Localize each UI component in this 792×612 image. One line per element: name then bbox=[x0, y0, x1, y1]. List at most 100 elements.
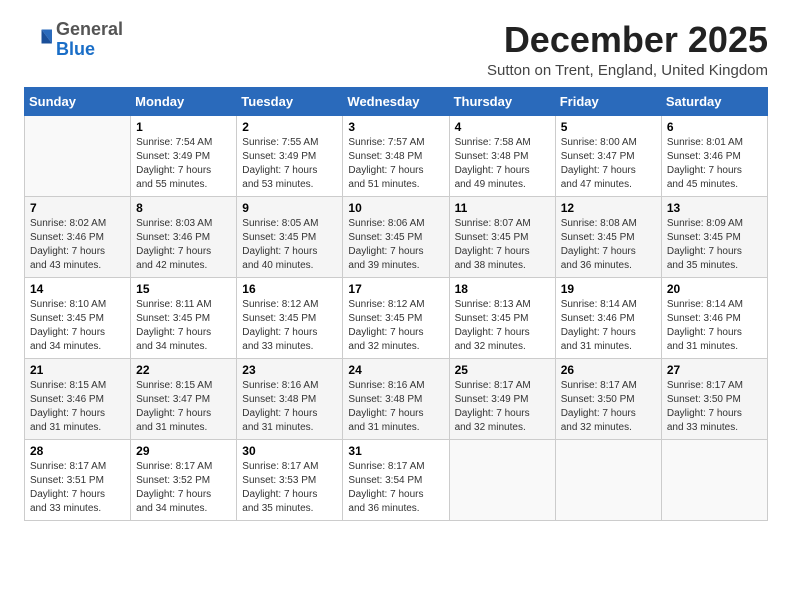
day-number: 20 bbox=[667, 282, 762, 296]
calendar-cell: 3 Sunrise: 7:57 AMSunset: 3:48 PMDaylight… bbox=[343, 115, 449, 196]
day-number: 1 bbox=[136, 120, 231, 134]
day-number: 23 bbox=[242, 363, 337, 377]
day-number: 22 bbox=[136, 363, 231, 377]
day-number: 16 bbox=[242, 282, 337, 296]
calendar-cell: 7 Sunrise: 8:02 AMSunset: 3:46 PMDaylight… bbox=[25, 196, 131, 277]
calendar-header-thursday: Thursday bbox=[449, 87, 555, 115]
day-info: Sunrise: 8:07 AMSunset: 3:45 PMDaylight:… bbox=[455, 217, 550, 273]
day-number: 24 bbox=[348, 363, 443, 377]
day-number: 14 bbox=[30, 282, 125, 296]
logo-icon bbox=[24, 26, 52, 54]
day-info: Sunrise: 8:13 AMSunset: 3:45 PMDaylight:… bbox=[455, 298, 550, 354]
calendar-week-row: 28Sunrise: 8:17 AMSunset: 3:51 PMDayligh… bbox=[25, 439, 768, 520]
day-info: Sunrise: 8:12 AMSunset: 3:45 PMDaylight:… bbox=[242, 298, 337, 354]
day-number: 21 bbox=[30, 363, 125, 377]
day-info: Sunrise: 8:09 AMSunset: 3:45 PMDaylight:… bbox=[667, 217, 762, 273]
day-info: Sunrise: 8:14 AMSunset: 3:46 PMDaylight:… bbox=[561, 298, 656, 354]
calendar-cell: 18 Sunrise: 8:13 AMSunset: 3:45 PMDayligh… bbox=[449, 277, 555, 358]
day-info: Sunrise: 7:58 AMSunset: 3:48 PMDaylight:… bbox=[455, 136, 550, 192]
logo-blue-text: Blue bbox=[56, 39, 95, 59]
calendar-header-monday: Monday bbox=[131, 87, 237, 115]
calendar-cell bbox=[449, 439, 555, 520]
day-info: Sunrise: 8:05 AMSunset: 3:45 PMDaylight:… bbox=[242, 217, 337, 273]
calendar-cell: 2Sunrise: 7:55 AMSunset: 3:49 PMDaylight… bbox=[237, 115, 343, 196]
day-number: 5 bbox=[561, 120, 656, 134]
day-number: 28 bbox=[30, 444, 125, 458]
day-number: 27 bbox=[667, 363, 762, 377]
calendar-cell: 5 Sunrise: 8:00 AMSunset: 3:47 PMDaylight… bbox=[555, 115, 661, 196]
calendar-cell: 30Sunrise: 8:17 AMSunset: 3:53 PMDayligh… bbox=[237, 439, 343, 520]
calendar-cell: 8Sunrise: 8:03 AMSunset: 3:46 PMDaylight… bbox=[131, 196, 237, 277]
calendar-cell bbox=[25, 115, 131, 196]
day-info: Sunrise: 7:57 AMSunset: 3:48 PMDaylight:… bbox=[348, 136, 443, 192]
day-info: Sunrise: 7:54 AMSunset: 3:49 PMDaylight:… bbox=[136, 136, 231, 192]
day-number: 9 bbox=[242, 201, 337, 215]
calendar-cell: 13 Sunrise: 8:09 AMSunset: 3:45 PMDayligh… bbox=[661, 196, 767, 277]
calendar-week-row: 21Sunrise: 8:15 AMSunset: 3:46 PMDayligh… bbox=[25, 358, 768, 439]
day-info: Sunrise: 8:16 AMSunset: 3:48 PMDaylight:… bbox=[348, 379, 443, 435]
calendar-week-row: 7 Sunrise: 8:02 AMSunset: 3:46 PMDaylight… bbox=[25, 196, 768, 277]
day-info: Sunrise: 8:12 AMSunset: 3:45 PMDaylight:… bbox=[348, 298, 443, 354]
day-number: 18 bbox=[455, 282, 550, 296]
day-info: Sunrise: 8:08 AMSunset: 3:45 PMDaylight:… bbox=[561, 217, 656, 273]
day-info: Sunrise: 7:55 AMSunset: 3:49 PMDaylight:… bbox=[242, 136, 337, 192]
calendar-cell: 17 Sunrise: 8:12 AMSunset: 3:45 PMDayligh… bbox=[343, 277, 449, 358]
calendar-cell: 21Sunrise: 8:15 AMSunset: 3:46 PMDayligh… bbox=[25, 358, 131, 439]
day-info: Sunrise: 8:15 AMSunset: 3:47 PMDaylight:… bbox=[136, 379, 231, 435]
month-title: December 2025 bbox=[487, 20, 768, 60]
day-number: 30 bbox=[242, 444, 337, 458]
calendar-cell: 15 Sunrise: 8:11 AMSunset: 3:45 PMDayligh… bbox=[131, 277, 237, 358]
calendar-body: 1 Sunrise: 7:54 AMSunset: 3:49 PMDaylight… bbox=[25, 115, 768, 520]
logo: General Blue bbox=[24, 20, 123, 60]
day-info: Sunrise: 8:14 AMSunset: 3:46 PMDaylight:… bbox=[667, 298, 762, 354]
calendar-cell: 10Sunrise: 8:06 AMSunset: 3:45 PMDayligh… bbox=[343, 196, 449, 277]
day-number: 19 bbox=[561, 282, 656, 296]
day-number: 29 bbox=[136, 444, 231, 458]
calendar-cell: 11 Sunrise: 8:07 AMSunset: 3:45 PMDayligh… bbox=[449, 196, 555, 277]
day-info: Sunrise: 8:06 AMSunset: 3:45 PMDaylight:… bbox=[348, 217, 443, 273]
calendar-table: SundayMondayTuesdayWednesdayThursdayFrid… bbox=[24, 87, 768, 521]
calendar-header-sunday: Sunday bbox=[25, 87, 131, 115]
calendar-cell: 12Sunrise: 8:08 AMSunset: 3:45 PMDayligh… bbox=[555, 196, 661, 277]
calendar-header-saturday: Saturday bbox=[661, 87, 767, 115]
day-info: Sunrise: 8:01 AMSunset: 3:46 PMDaylight:… bbox=[667, 136, 762, 192]
day-info: Sunrise: 8:10 AMSunset: 3:45 PMDaylight:… bbox=[30, 298, 125, 354]
day-number: 15 bbox=[136, 282, 231, 296]
calendar-cell: 28Sunrise: 8:17 AMSunset: 3:51 PMDayligh… bbox=[25, 439, 131, 520]
calendar-cell: 1 Sunrise: 7:54 AMSunset: 3:49 PMDaylight… bbox=[131, 115, 237, 196]
day-number: 26 bbox=[561, 363, 656, 377]
title-block: December 2025 Sutton on Trent, England, … bbox=[487, 20, 768, 79]
day-info: Sunrise: 8:11 AMSunset: 3:45 PMDaylight:… bbox=[136, 298, 231, 354]
day-number: 7 bbox=[30, 201, 125, 215]
day-number: 13 bbox=[667, 201, 762, 215]
day-number: 17 bbox=[348, 282, 443, 296]
day-number: 3 bbox=[348, 120, 443, 134]
calendar-cell: 24 Sunrise: 8:16 AMSunset: 3:48 PMDayligh… bbox=[343, 358, 449, 439]
calendar-cell bbox=[555, 439, 661, 520]
calendar-header-wednesday: Wednesday bbox=[343, 87, 449, 115]
day-info: Sunrise: 8:16 AMSunset: 3:48 PMDaylight:… bbox=[242, 379, 337, 435]
calendar-cell: 16 Sunrise: 8:12 AMSunset: 3:45 PMDayligh… bbox=[237, 277, 343, 358]
day-number: 25 bbox=[455, 363, 550, 377]
day-number: 6 bbox=[667, 120, 762, 134]
calendar-cell: 27 Sunrise: 8:17 AMSunset: 3:50 PMDayligh… bbox=[661, 358, 767, 439]
calendar-cell: 25Sunrise: 8:17 AMSunset: 3:49 PMDayligh… bbox=[449, 358, 555, 439]
calendar-cell: 9 Sunrise: 8:05 AMSunset: 3:45 PMDaylight… bbox=[237, 196, 343, 277]
calendar-cell bbox=[661, 439, 767, 520]
day-info: Sunrise: 8:17 AMSunset: 3:52 PMDaylight:… bbox=[136, 460, 231, 516]
calendar-header-tuesday: Tuesday bbox=[237, 87, 343, 115]
day-info: Sunrise: 8:17 AMSunset: 3:50 PMDaylight:… bbox=[561, 379, 656, 435]
day-number: 11 bbox=[455, 201, 550, 215]
calendar-cell: 19 Sunrise: 8:14 AMSunset: 3:46 PMDayligh… bbox=[555, 277, 661, 358]
calendar-week-row: 1 Sunrise: 7:54 AMSunset: 3:49 PMDaylight… bbox=[25, 115, 768, 196]
day-info: Sunrise: 8:17 AMSunset: 3:50 PMDaylight:… bbox=[667, 379, 762, 435]
calendar-cell: 31Sunrise: 8:17 AMSunset: 3:54 PMDayligh… bbox=[343, 439, 449, 520]
calendar-cell: 22 Sunrise: 8:15 AMSunset: 3:47 PMDayligh… bbox=[131, 358, 237, 439]
calendar-header-friday: Friday bbox=[555, 87, 661, 115]
calendar-cell: 20 Sunrise: 8:14 AMSunset: 3:46 PMDayligh… bbox=[661, 277, 767, 358]
day-info: Sunrise: 8:00 AMSunset: 3:47 PMDaylight:… bbox=[561, 136, 656, 192]
calendar-cell: 14 Sunrise: 8:10 AMSunset: 3:45 PMDayligh… bbox=[25, 277, 131, 358]
day-info: Sunrise: 8:02 AMSunset: 3:46 PMDaylight:… bbox=[30, 217, 125, 273]
logo-general-text: General bbox=[56, 19, 123, 39]
day-number: 8 bbox=[136, 201, 231, 215]
